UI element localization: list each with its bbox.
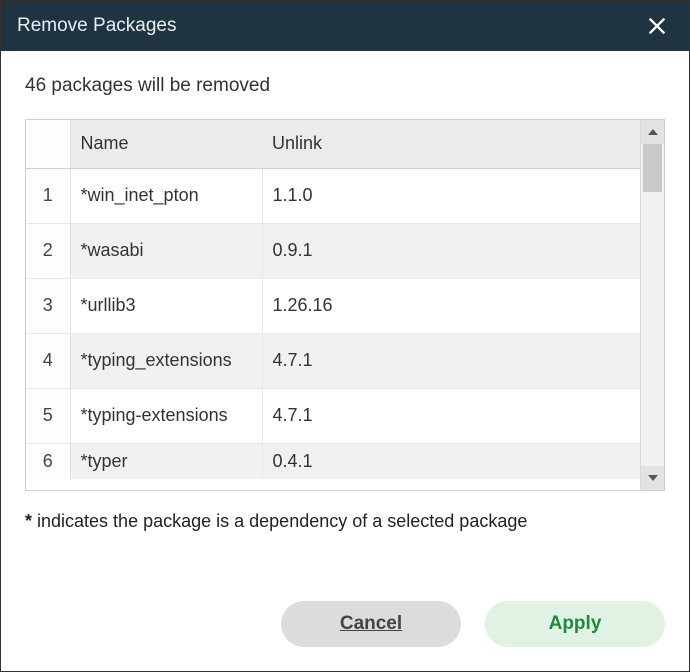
scrollbar-track[interactable] [641, 144, 664, 466]
row-unlink: 4.7.1 [262, 388, 640, 443]
row-unlink: 4.7.1 [262, 333, 640, 388]
row-name: *typing-extensions [70, 388, 262, 443]
summary-text: 46 packages will be removed [25, 75, 665, 97]
close-button[interactable] [641, 10, 673, 42]
packages-table: Name Unlink 1 *win_inet_pton 1.1.0 2 *wa… [26, 120, 640, 479]
close-icon [646, 15, 668, 37]
row-name: *typing_extensions [70, 333, 262, 388]
row-unlink: 0.9.1 [262, 223, 640, 278]
row-unlink: 1.26.16 [262, 278, 640, 333]
packages-table-area: Name Unlink 1 *win_inet_pton 1.1.0 2 *wa… [26, 120, 640, 490]
vertical-scrollbar[interactable] [640, 120, 664, 490]
footnote-marker: * [25, 511, 32, 531]
chevron-down-icon [648, 475, 658, 481]
header-name[interactable]: Name [70, 120, 262, 168]
row-index: 6 [26, 443, 70, 479]
packages-table-container: Name Unlink 1 *win_inet_pton 1.1.0 2 *wa… [25, 119, 665, 491]
row-unlink: 0.4.1 [262, 443, 640, 479]
table-header-row: Name Unlink [26, 120, 640, 168]
row-index: 1 [26, 168, 70, 223]
row-name: *urllib3 [70, 278, 262, 333]
apply-button[interactable]: Apply [485, 601, 665, 647]
header-index [26, 120, 70, 168]
row-index: 3 [26, 278, 70, 333]
header-unlink[interactable]: Unlink [262, 120, 640, 168]
row-name: *wasabi [70, 223, 262, 278]
table-row[interactable]: 3 *urllib3 1.26.16 [26, 278, 640, 333]
dialog-buttons: Cancel Apply [1, 577, 689, 671]
scrollbar-thumb[interactable] [643, 144, 662, 192]
row-name: *win_inet_pton [70, 168, 262, 223]
table-row[interactable]: 4 *typing_extensions 4.7.1 [26, 333, 640, 388]
scroll-up-button[interactable] [641, 120, 664, 144]
row-index: 4 [26, 333, 70, 388]
table-row[interactable]: 2 *wasabi 0.9.1 [26, 223, 640, 278]
table-row[interactable]: 5 *typing-extensions 4.7.1 [26, 388, 640, 443]
row-name: *typer [70, 443, 262, 479]
scroll-down-button[interactable] [641, 466, 664, 490]
row-index: 2 [26, 223, 70, 278]
footnote-text: indicates the package is a dependency of… [32, 511, 527, 531]
table-row[interactable]: 1 *win_inet_pton 1.1.0 [26, 168, 640, 223]
row-unlink: 1.1.0 [262, 168, 640, 223]
chevron-up-icon [648, 129, 658, 135]
row-index: 5 [26, 388, 70, 443]
dialog-title: Remove Packages [17, 15, 176, 37]
table-row[interactable]: 6 *typer 0.4.1 [26, 443, 640, 479]
titlebar: Remove Packages [1, 1, 689, 51]
dialog-content: 46 packages will be removed Name Unlink … [1, 51, 689, 577]
cancel-button[interactable]: Cancel [281, 601, 461, 647]
footnote: * indicates the package is a dependency … [25, 511, 665, 532]
